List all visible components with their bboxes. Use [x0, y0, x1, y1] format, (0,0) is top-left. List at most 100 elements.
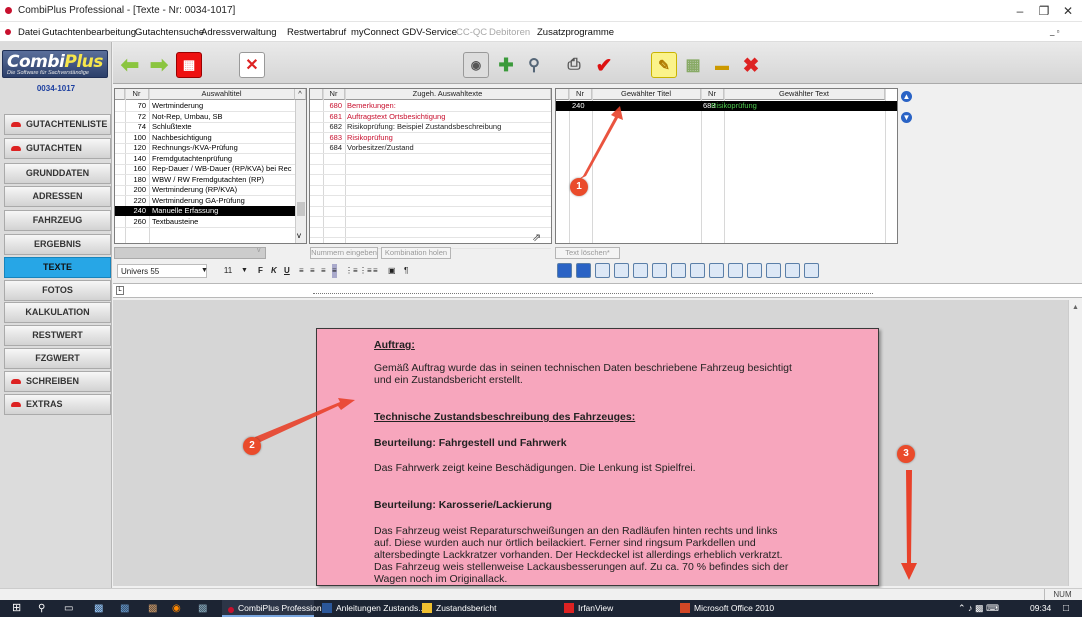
menu-gutachtenbearbeitung[interactable]: Gutachtenbearbeitung [42, 27, 136, 38]
check-icon[interactable]: ✔ [591, 52, 617, 78]
import-icon[interactable] [652, 263, 667, 278]
table-row[interactable]: 240 683 Risikoprüfung [556, 101, 897, 111]
image-icon[interactable] [728, 263, 743, 278]
textgroup-select[interactable] [114, 247, 266, 259]
close-document-icon[interactable]: ✕ [239, 52, 265, 78]
gewaehlte-texte-grid[interactable]: Nr Gewählter Titel Nr Gewählter Text 240… [555, 88, 898, 244]
chart-icon[interactable] [671, 263, 686, 278]
nav-adressen-button[interactable]: ADRESSEN [4, 186, 111, 207]
underline-button[interactable]: U [284, 264, 290, 278]
table-row[interactable]: 681 Auftragstext Ortsbesichtigung [310, 112, 551, 122]
bold-button[interactable]: F [258, 264, 263, 278]
menu-myconnect[interactable]: myConnect [351, 27, 399, 38]
table-row[interactable]: 220 Wertminderung GA-Prüfung [115, 196, 295, 206]
nav-fotos-button[interactable]: FOTOS [4, 280, 111, 301]
close-button[interactable]: ✕ [1053, 2, 1082, 20]
menu-gdv-service[interactable]: GDV-Service [402, 27, 457, 38]
bullet-list-icon[interactable]: ⋮≡ [345, 264, 358, 278]
word-icon[interactable] [747, 263, 762, 278]
save-icon[interactable]: ▦ [176, 52, 202, 78]
document-page[interactable]: Auftrag: Gemäß Auftrag wurde das in seine… [316, 328, 879, 586]
undo-icon[interactable] [557, 263, 572, 278]
zoom-out-icon[interactable] [804, 263, 819, 278]
back-arrow-icon[interactable]: ⬅ [117, 52, 143, 78]
justify-icon[interactable]: ≡ [332, 264, 337, 278]
auswahltitel-grid[interactable]: Nr Auswahltitel ^ 70 Wertminderung 72 Not-R… [114, 88, 307, 244]
redo-icon[interactable] [576, 263, 591, 278]
firefox-icon[interactable]: ◉ [172, 600, 181, 617]
nav-fzgwert-button[interactable]: FZGWERT [4, 348, 111, 369]
table-row[interactable]: 200 Wertminderung (RP/KVA) [115, 185, 295, 195]
add-record-icon[interactable]: ✚ [493, 52, 519, 78]
align-center-icon[interactable]: ≡ [310, 264, 315, 278]
table-row[interactable]: 120 Rechnungs-/KVA-Prüfung [115, 143, 295, 153]
taskbar-irfanview[interactable]: IrfanView [560, 600, 635, 617]
task-view-icon[interactable]: ▭ [64, 600, 73, 617]
font-select[interactable]: Univers 55 [117, 264, 207, 278]
table-row[interactable]: 74 Schlußtexte [115, 122, 295, 132]
taskbar-zustandsbericht[interactable]: Zustandsbericht [418, 600, 513, 617]
move-down-icon[interactable]: ▼ [901, 112, 912, 123]
tray-icons[interactable]: ⌃ ♪ ▩ ⌨ [958, 600, 999, 617]
grid-icon[interactable] [766, 263, 781, 278]
indent-icon[interactable]: ≡ [373, 264, 378, 278]
table-row[interactable]: 684 Vorbesitzer/Zustand [310, 143, 551, 153]
preview-icon[interactable]: ⚲ [521, 52, 547, 78]
table-row[interactable]: 240 Manuelle Erfassung [115, 206, 295, 216]
nav-texte-button[interactable]: TEXTE [4, 257, 111, 278]
search-icon[interactable]: ⚲ [38, 600, 45, 617]
taskbar-anleitungen[interactable]: Anleitungen Zustands... [318, 600, 425, 617]
nummern-eingeben-button[interactable]: Nummern eingeben [310, 247, 378, 259]
table-row[interactable]: 140 Fremdgutachtenprüfung [115, 154, 295, 164]
pinned-app-icon[interactable]: ▩ [148, 600, 157, 617]
table-row[interactable]: 683 Risikoprüfung [310, 133, 551, 143]
menu-datei[interactable]: Datei [18, 27, 40, 38]
nav-gutachtenliste-button[interactable]: GUTACHTENLISTE [4, 114, 111, 135]
auswahltexte-grid[interactable]: Nr Zugeh. Auswahltexte 680 Bemerkungen: 68… [309, 88, 552, 249]
notifications-icon[interactable]: □ [1063, 600, 1069, 617]
insert-object-icon[interactable]: ▣ [388, 264, 396, 278]
folder-icon[interactable]: ▬ [709, 52, 735, 78]
zoom-in-icon[interactable] [785, 263, 800, 278]
mdi-minimize-button[interactable]: _ ▫ [1050, 27, 1060, 36]
text-loeschen-button[interactable]: Text löschen* [555, 247, 620, 259]
menu-gutachtensuche[interactable]: Gutachtensuche [135, 27, 204, 38]
nav-extras-button[interactable]: EXTRAS [4, 394, 111, 415]
pinned-app-icon[interactable]: ▩ [94, 600, 103, 617]
nav-restwert-button[interactable]: RESTWERT [4, 325, 111, 346]
menu-restwertabruf[interactable]: Restwertabruf [287, 27, 346, 38]
table-row[interactable]: 70 Wertminderung [115, 101, 295, 111]
nav-fahrzeug-button[interactable]: FAHRZEUG [4, 210, 111, 231]
align-left-icon[interactable]: ≡ [299, 264, 304, 278]
delete-icon[interactable]: ✖ [738, 52, 764, 78]
scroll-up-icon[interactable]: ^ [295, 89, 306, 100]
table-row[interactable]: 72 Not-Rep, Umbau, SB [115, 112, 295, 122]
table-icon[interactable] [633, 263, 648, 278]
table-row[interactable]: 682 Risikoprüfung: Beispiel Zustandsbesch… [310, 122, 551, 132]
pinned-app-icon[interactable]: ▩ [120, 600, 129, 617]
forward-arrow-icon[interactable]: ➡ [146, 52, 172, 78]
ruler[interactable]: L [113, 283, 1082, 298]
paragraph-icon[interactable]: ¶ [404, 264, 408, 278]
list-icon[interactable] [709, 263, 724, 278]
align-right-icon[interactable]: ≡ [321, 264, 326, 278]
chevron-down-icon[interactable]: ▼ [241, 264, 248, 278]
find-icon[interactable] [595, 263, 610, 278]
chevron-down-icon[interactable]: v [257, 247, 267, 259]
taskbar-combiplus[interactable]: CombiPlus Profession... [222, 600, 329, 617]
table-row[interactable]: 160 Rep-Dauer / WB-Dauer (RP/KVA) bei Rec [115, 164, 295, 174]
format-icon[interactable] [690, 263, 705, 278]
font-size-select[interactable]: 11 [215, 264, 241, 278]
menu-zusatzprogramme[interactable]: Zusatzprogramme [537, 27, 614, 38]
nav-grunddaten-button[interactable]: GRUNDDATEN [4, 163, 111, 184]
camera-icon[interactable]: ◉ [463, 52, 489, 78]
nav-gutachten-button[interactable]: GUTACHTEN [4, 138, 111, 159]
table-row[interactable]: 680 Bemerkungen: [310, 101, 551, 111]
vertical-scrollbar[interactable]: ▲ [1068, 300, 1082, 586]
taskbar-msoffice[interactable]: Microsoft Office 2010 [676, 600, 791, 617]
nav-kalkulation-button[interactable]: KALKULATION [4, 302, 111, 323]
calculator-icon[interactable]: ▦ [680, 52, 706, 78]
pinned-app-icon[interactable]: ▩ [198, 600, 207, 617]
nav-ergebnis-button[interactable]: ERGEBNIS [4, 234, 111, 255]
table-row[interactable]: 180 WBW / RW Fremdgutachten (RP) [115, 175, 295, 185]
